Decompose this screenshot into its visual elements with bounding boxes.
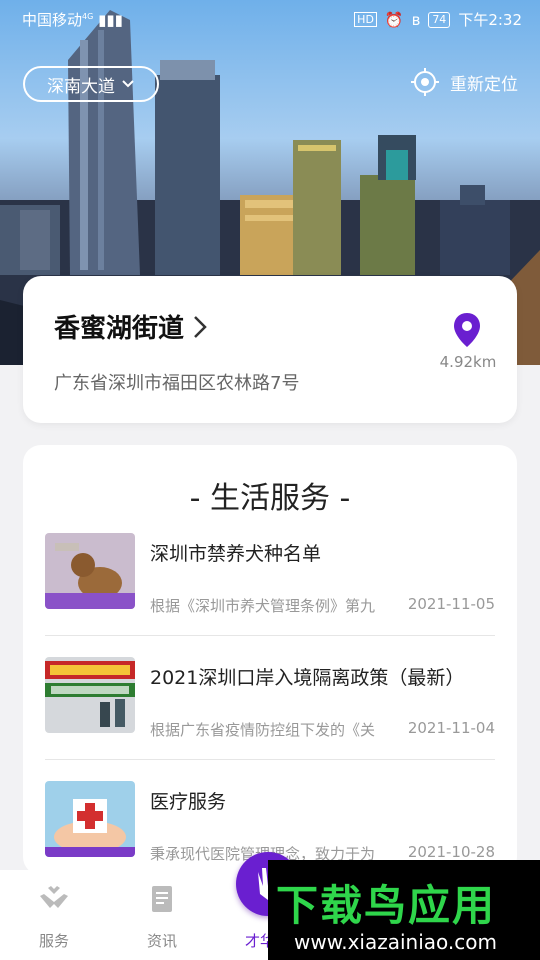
tab-label: 服务: [38, 932, 69, 950]
distance-label: 4.92km: [439, 353, 497, 371]
battery-indicator: 74: [428, 11, 451, 28]
relocate-button[interactable]: 重新定位: [410, 66, 518, 98]
bluetooth-icon: ʙ: [411, 10, 421, 29]
document-icon: [152, 886, 172, 912]
medical-cross-thumbnail: [45, 781, 135, 857]
alarm-icon: ⏰: [384, 10, 404, 29]
chevron-right-icon: [194, 315, 207, 338]
hd-badge: HD: [354, 12, 377, 27]
network-type: 4G: [82, 12, 94, 21]
street-name: 香蜜湖街道: [54, 314, 185, 344]
divider: [45, 635, 495, 636]
watermark-overlay: 下载鸟应用 www.xiazainiao.com: [268, 860, 540, 960]
item-date: 2021-11-05: [407, 595, 495, 613]
location-card[interactable]: 香蜜湖街道 广东省深圳市福田区农林路7号 4.92km: [23, 276, 517, 423]
item-date: 2021-10-28: [407, 843, 495, 861]
item-title: 医疗服务: [150, 791, 227, 813]
item-description: 根据《深圳市养犬管理条例》第九: [150, 597, 376, 615]
dog-photo-thumbnail: [45, 533, 135, 609]
street-address: 广东省深圳市福田区农林路7号: [54, 373, 300, 394]
carrier-name: 中国移动: [22, 11, 83, 29]
hands-service-icon: [40, 886, 68, 908]
tab-service[interactable]: 服务: [9, 870, 99, 960]
tab-news[interactable]: 资讯: [117, 870, 207, 960]
relocate-label: 重新定位: [450, 74, 518, 95]
divider: [45, 759, 495, 760]
quarantine-poster-thumbnail: [45, 657, 135, 733]
watermark-url: www.xiazainiao.com: [294, 930, 497, 954]
clock: 下午2:32: [458, 11, 522, 29]
section-heading: - 生活服务 -: [189, 481, 351, 516]
list-item[interactable]: 2021深圳口岸入境隔离政策（最新） 根据广东省疫情防控组下发的《关 2021-…: [45, 657, 495, 781]
item-title: 2021深圳口岸入境隔离政策（最新）: [150, 667, 465, 689]
area-selector[interactable]: 深南大道: [23, 66, 159, 102]
chevron-down-icon: [122, 80, 134, 88]
item-title: 深圳市禁养犬种名单: [150, 543, 322, 565]
watermark-title: 下载鸟应用: [276, 881, 497, 930]
item-date: 2021-11-04: [407, 719, 495, 737]
status-bar: 中国移动4G ▮▮▮ HD ⏰ ʙ 74 下午2:32: [0, 0, 540, 36]
list-item[interactable]: 深圳市禁养犬种名单 根据《深圳市养犬管理条例》第九 2021-11-05: [45, 533, 495, 657]
tab-label: 资讯: [146, 932, 177, 950]
street-name-link[interactable]: 香蜜湖街道: [54, 308, 208, 345]
status-right: HD ⏰ ʙ 74 下午2:32: [354, 9, 522, 30]
life-services-panel: - 生活服务 - 深圳市禁养犬种名单 根据《深圳市养犬管理条例》第九 2021-…: [23, 445, 517, 875]
locate-target-icon: [411, 68, 439, 96]
signal-icon: ▮▮▮: [98, 11, 123, 29]
item-description: 根据广东省疫情防控组下发的《关: [150, 721, 376, 739]
map-pin-icon: [454, 313, 480, 347]
carrier-label: 中国移动4G ▮▮▮: [22, 9, 123, 30]
area-selector-label: 深南大道: [47, 76, 115, 97]
